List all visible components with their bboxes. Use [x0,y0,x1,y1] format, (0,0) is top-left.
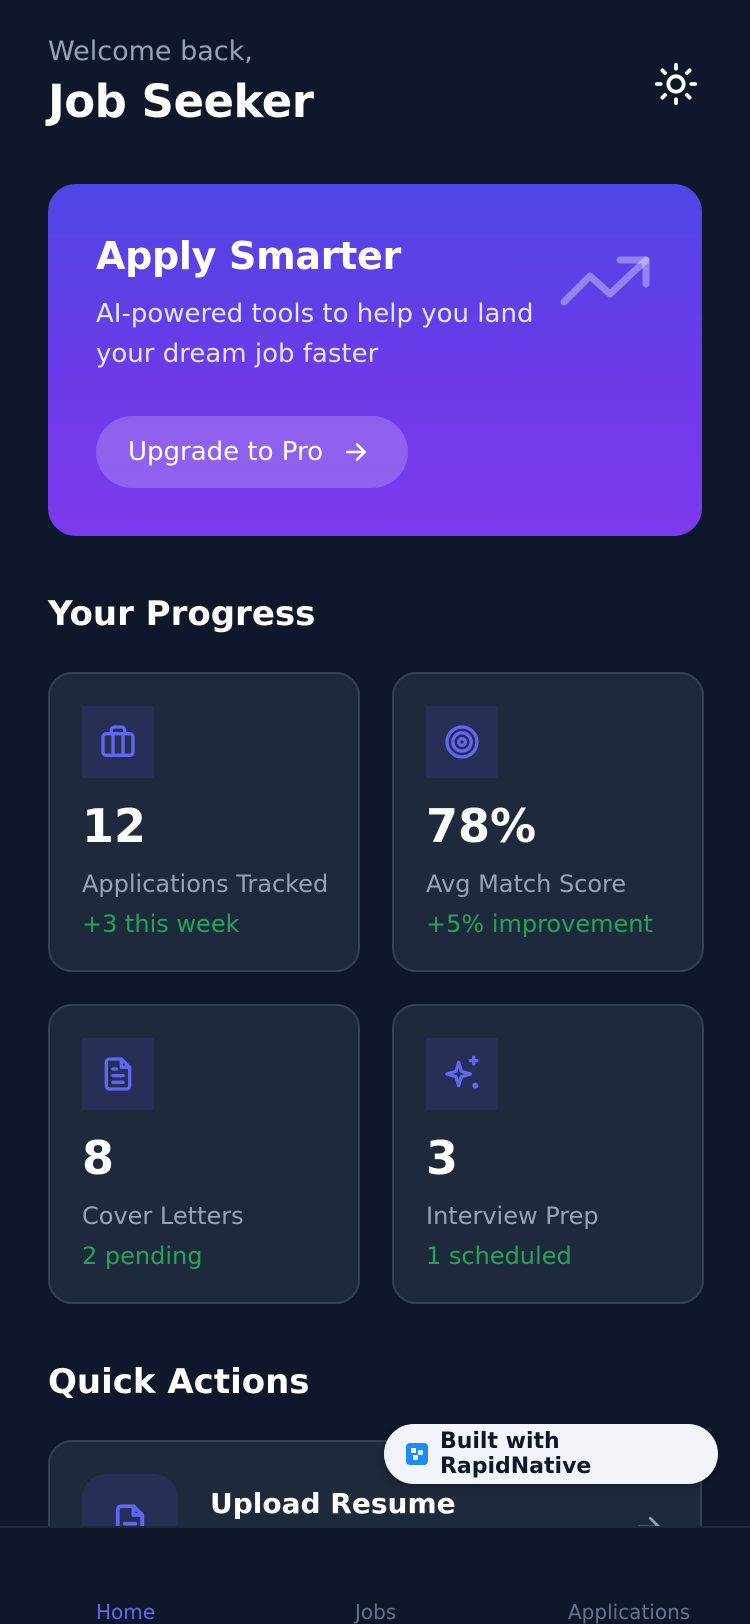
stat-value: 78% [426,799,537,853]
stat-value: 3 [426,1131,459,1185]
stat-note: 1 scheduled [426,1242,572,1270]
progress-section-title: Your Progress [48,594,316,634]
stat-icon-container [426,706,498,778]
stat-icon-container [426,1038,498,1110]
header: Welcome back, Job Seeker [48,34,702,134]
nav-item-applications[interactable]: Applications [568,1598,690,1624]
trending-up-icon [560,256,650,306]
stat-note: +3 this week [82,910,240,938]
upgrade-button[interactable]: Upgrade to Pro [96,416,408,488]
bottom-nav: Home Jobs Applications [0,1526,750,1624]
promo-subtitle: AI-powered tools to help you land your d… [96,299,534,369]
sparkles-icon [445,1055,479,1089]
promo-card: Apply Smarter AI-powered tools to help y… [48,184,702,536]
stat-card-cover-letters[interactable]: 8 Cover Letters 2 pending [48,1004,360,1304]
stat-note: +5% improvement [426,910,653,938]
target-icon [445,725,479,759]
nav-item-home[interactable]: Home [96,1598,155,1624]
stat-value: 12 [82,799,147,853]
upgrade-button-label: Upgrade to Pro [128,437,324,467]
stat-label: Applications Tracked [82,870,329,898]
briefcase-icon [101,725,135,757]
stat-label: Avg Match Score [426,870,627,898]
stat-card-applications[interactable]: 12 Applications Tracked +3 this week [48,672,360,972]
stat-icon-container [82,706,154,778]
quick-actions-title: Quick Actions [48,1362,310,1402]
stat-value: 8 [82,1131,115,1185]
stat-label: Cover Letters [82,1202,244,1230]
stat-card-interview-prep[interactable]: 3 Interview Prep 1 scheduled [392,1004,704,1304]
theme-toggle-button[interactable] [650,58,702,110]
badge-label: Built with RapidNative [439,1429,592,1479]
stat-card-match-score[interactable]: 78% Avg Match Score +5% improvement [392,672,704,972]
welcome-text: Welcome back, [48,36,253,67]
stat-icon-container [82,1038,154,1110]
rapidnative-logo-icon [406,1443,428,1465]
stat-note: 2 pending [82,1242,203,1270]
nav-item-jobs[interactable]: Jobs [355,1598,396,1624]
built-with-badge[interactable]: Built with RapidNative [384,1424,718,1484]
stat-label: Interview Prep [426,1202,599,1230]
arrow-right-icon [343,439,369,465]
user-name: Job Seeker [48,75,314,128]
document-icon [104,1057,132,1091]
action-title: Upload Resume [210,1487,456,1520]
sun-icon [654,62,698,106]
